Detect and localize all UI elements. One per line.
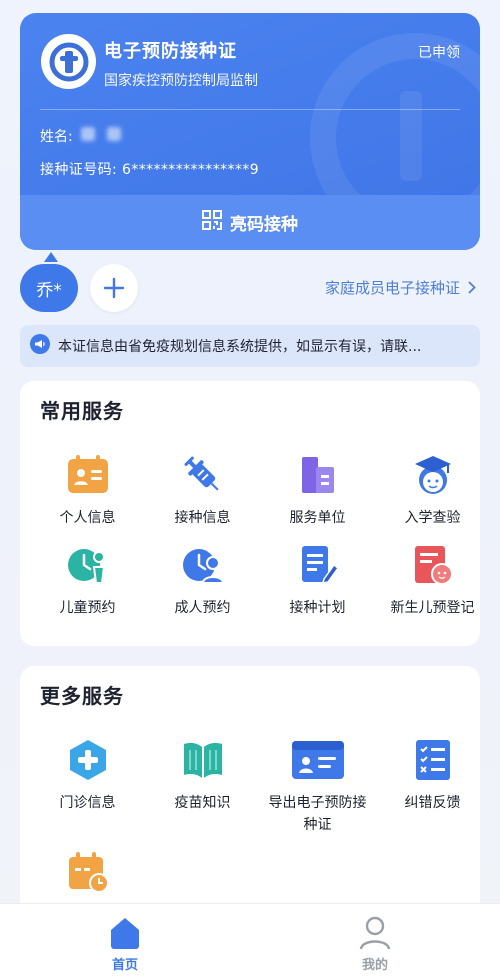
service-label: 服务单位: [289, 510, 346, 526]
name-label: 姓名:: [40, 129, 73, 145]
id-card-icon: [64, 451, 112, 499]
syringe-icon: [179, 451, 227, 499]
service-label: 接种计划: [289, 600, 346, 616]
service-school-check[interactable]: 入学查验: [375, 451, 490, 529]
service-label: 疫苗知识: [174, 795, 231, 811]
service-child-appointment[interactable]: 儿童预约: [30, 541, 145, 619]
megaphone-icon: [30, 334, 50, 358]
nav-mine[interactable]: 我的: [250, 904, 500, 978]
qr-code-icon: [202, 210, 222, 235]
newborn-icon: [409, 541, 457, 589]
chevron-right-icon: [468, 281, 476, 294]
service-label: 新生儿预登记: [390, 600, 475, 616]
service-calendar[interactable]: [30, 848, 145, 896]
name-row: 姓名:: [40, 126, 133, 146]
notice-text: 本证信息由省免疫规划信息系统提供，如显示有误，请联...: [58, 339, 422, 355]
service-label: 门诊信息: [59, 795, 116, 811]
book-icon: [179, 736, 227, 784]
card-divider: [40, 109, 460, 110]
service-label: 儿童预约: [59, 600, 116, 616]
building-icon: [294, 451, 342, 499]
calendar-clock-icon: [64, 848, 112, 896]
service-label: 个人信息: [59, 510, 116, 526]
plus-icon: [103, 277, 125, 299]
id-label: 接种证号码:: [40, 162, 118, 178]
watermark-bar: [400, 91, 422, 181]
id-value: 6****************9: [121, 162, 259, 178]
checklist-icon: [409, 736, 457, 784]
more-services-panel: 更多服务 门诊信息 疫苗知识 导出电子预防接种证 纠错反馈: [20, 666, 480, 916]
more-services-title: 更多服务: [40, 684, 124, 708]
service-error-feedback[interactable]: 纠错反馈: [375, 736, 490, 814]
plan-document-icon: [294, 541, 342, 589]
service-vaccination-info[interactable]: 接种信息: [145, 451, 260, 529]
add-member-button[interactable]: [90, 264, 138, 312]
family-certificate-link[interactable]: 家庭成员电子接种证: [325, 277, 476, 298]
masked-name: [80, 127, 133, 145]
service-provider-units[interactable]: 服务单位: [260, 451, 375, 529]
user-icon: [359, 916, 391, 950]
card-subtitle: 国家疾控预防控制局监制: [104, 73, 258, 89]
id-row: 接种证号码: 6****************9: [40, 159, 259, 179]
export-card-icon: [290, 736, 346, 784]
service-personal-info[interactable]: 个人信息: [30, 451, 145, 529]
vaccination-certificate-card[interactable]: 电子预防接种证 国家疾控预防控制局监制 已申领 姓名: 接种证号码: 6****…: [20, 13, 480, 250]
service-newborn-registration[interactable]: 新生儿预登记: [375, 541, 490, 619]
service-label: 导出电子预防接种证: [268, 795, 367, 833]
service-label: 接种信息: [174, 510, 231, 526]
nav-home[interactable]: 首页: [0, 904, 250, 978]
adult-clock-icon: [179, 541, 227, 589]
notice-bar[interactable]: 本证信息由省免疫规划信息系统提供，如显示有误，请联...: [20, 325, 480, 367]
service-label: 纠错反馈: [404, 795, 461, 811]
service-vaccination-plan[interactable]: 接种计划: [260, 541, 375, 619]
service-label: 成人预约: [174, 600, 231, 616]
medical-cross-icon: [64, 736, 112, 784]
show-code-button[interactable]: 亮码接种: [20, 195, 480, 250]
common-services-panel: 常用服务 个人信息 接种信息 服务单位 入学查验 儿童预约 成人预约 接种计划 …: [20, 381, 480, 646]
service-vaccine-knowledge[interactable]: 疫苗知识: [145, 736, 260, 814]
cdc-logo-icon: [41, 34, 96, 89]
member-avatar-current[interactable]: 乔*: [20, 252, 78, 312]
home-icon: [111, 918, 139, 949]
service-clinic-info[interactable]: 门诊信息: [30, 736, 145, 814]
family-link-label: 家庭成员电子接种证: [324, 279, 460, 297]
service-label: 入学查验: [404, 510, 461, 526]
card-title: 电子预防接种证: [104, 41, 237, 62]
service-export-certificate[interactable]: 导出电子预防接种证: [260, 736, 375, 836]
status-badge: 已申领: [418, 45, 460, 61]
nav-mine-label: 我的: [361, 958, 388, 973]
graduate-icon: [409, 451, 457, 499]
show-code-label: 亮码接种: [230, 215, 298, 235]
child-clock-icon: [64, 541, 112, 589]
common-services-title: 常用服务: [40, 399, 124, 423]
service-adult-appointment[interactable]: 成人预约: [145, 541, 260, 619]
bottom-navigation: 首页 我的: [0, 903, 500, 978]
nav-home-label: 首页: [111, 958, 138, 973]
